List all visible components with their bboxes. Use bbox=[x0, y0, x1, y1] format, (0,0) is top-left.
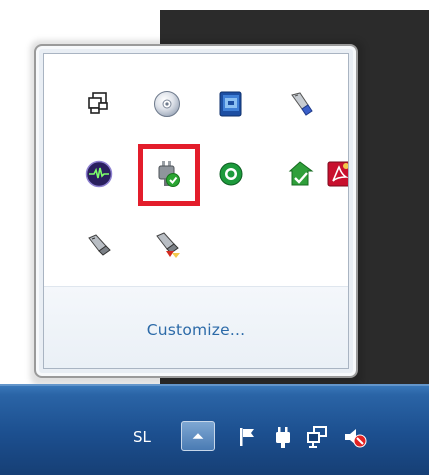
green-circle-app-icon[interactable] bbox=[214, 157, 248, 191]
customize-link[interactable]: Customize... bbox=[44, 321, 348, 339]
overflow-panel-content: Customize... bbox=[43, 53, 349, 369]
usb-connector-icon[interactable] bbox=[82, 227, 116, 261]
audio-visualizer-icon[interactable] bbox=[82, 157, 116, 191]
power-plug-icon[interactable] bbox=[268, 422, 298, 452]
volume-muted-icon[interactable] bbox=[340, 422, 370, 452]
taskbar: SL bbox=[0, 384, 429, 475]
overflow-panel-footer: Customize... bbox=[44, 286, 348, 368]
pdf-reader-icon[interactable] bbox=[322, 157, 348, 191]
language-indicator[interactable]: SL bbox=[133, 428, 151, 446]
notification-area-overflow-panel: Customize... bbox=[34, 44, 358, 378]
network-icon[interactable] bbox=[302, 422, 332, 452]
optical-disc-icon[interactable] bbox=[150, 87, 184, 121]
chevron-up-icon bbox=[192, 433, 204, 439]
network-windows-icon[interactable] bbox=[82, 87, 116, 121]
green-sync-icon[interactable] bbox=[284, 157, 318, 191]
usb-plug-icon[interactable] bbox=[284, 87, 318, 121]
action-center-flag-icon[interactable] bbox=[233, 422, 263, 452]
blue-app-icon[interactable] bbox=[214, 87, 248, 121]
usb-device-error-icon[interactable] bbox=[150, 227, 184, 261]
taskbar-edge bbox=[0, 384, 429, 386]
selected-icon-highlight bbox=[138, 144, 200, 206]
show-hidden-icons-button[interactable] bbox=[181, 421, 215, 451]
